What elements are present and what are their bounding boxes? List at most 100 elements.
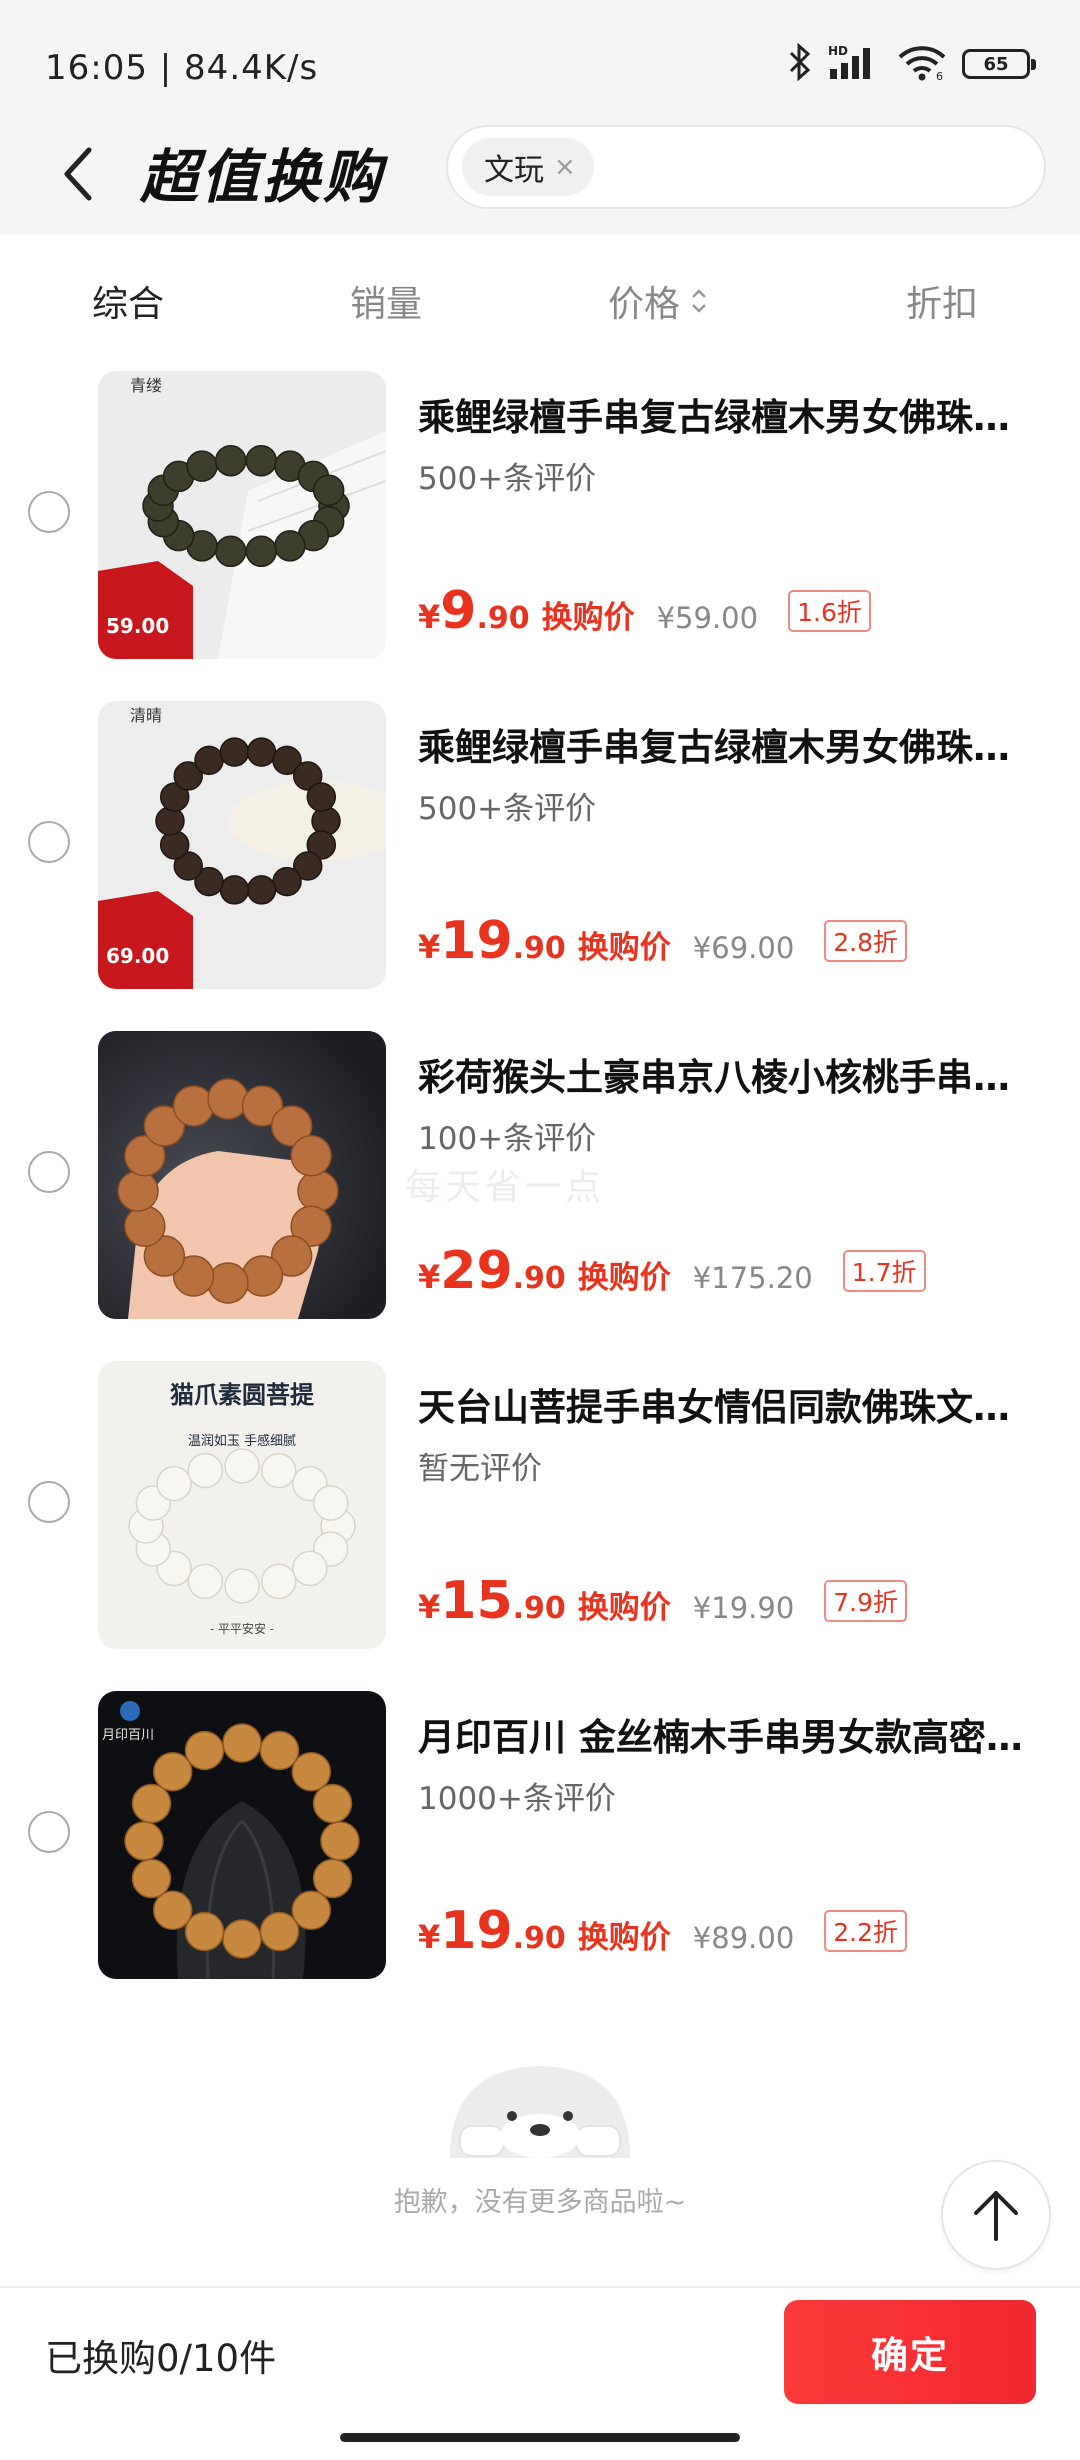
svg-text:HD: HD xyxy=(828,44,848,58)
product-reviews: 100+条评价 xyxy=(418,1121,597,1157)
product-image[interactable]: 猫爪素圆菩提 温润如玉 手感细腻 - 平平安安 - xyxy=(98,1361,386,1649)
status-bar: 16:05 | 84.4K/s HD 6 65 xyxy=(0,0,1080,120)
product-item[interactable]: 青缕 59.00 乘鲤绿檀手串复古绿檀木男女佛珠手串 500+条评价 ¥ 9 .… xyxy=(0,365,1080,665)
arrow-up-icon xyxy=(974,2191,1018,2241)
tab-comprehensive-label: 综合 xyxy=(92,284,165,325)
bead-icon xyxy=(219,875,250,905)
discount-badge: 2.2折 xyxy=(824,1910,908,1952)
thumb-brand-text: 青缕 xyxy=(130,376,162,395)
confirm-button[interactable]: 确定 xyxy=(784,2300,1036,2404)
search-tag-label: 文玩 xyxy=(484,153,544,188)
bead-icon xyxy=(152,1890,193,1931)
thumb-price-badge: 69.00 xyxy=(106,944,169,968)
bead-icon xyxy=(292,1550,328,1587)
bead-icon xyxy=(241,1255,284,1297)
tab-sales-label: 销量 xyxy=(350,284,423,325)
thumb-title-text: 猫爪素圆菩提 xyxy=(170,1380,315,1409)
discount-badge: 1.6折 xyxy=(788,590,871,632)
back-button[interactable] xyxy=(48,138,108,210)
bead-icon xyxy=(246,737,277,767)
price-integer: 29 xyxy=(440,1241,513,1301)
bead-icon xyxy=(290,1135,332,1177)
product-reviews: 1000+条评价 xyxy=(418,1781,616,1817)
currency-symbol: ¥ xyxy=(418,598,441,636)
original-price: ¥175.20 xyxy=(692,1261,813,1295)
bead-icon xyxy=(156,1465,192,1502)
scroll-to-top-button[interactable] xyxy=(941,2160,1051,2270)
bead-icon xyxy=(274,530,306,562)
bead-icon xyxy=(194,745,224,776)
battery-icon: 65 xyxy=(962,49,1036,79)
tab-discount-label: 折扣 xyxy=(906,284,979,325)
bead-icon xyxy=(291,1890,332,1931)
bead-icon xyxy=(320,1821,360,1861)
bead-icon xyxy=(224,1568,260,1604)
bead-icon xyxy=(184,1911,225,1952)
product-reviews: 暂无评价 xyxy=(418,1451,542,1487)
tab-comprehensive[interactable]: 综合 xyxy=(92,275,164,327)
product-title: 天台山菩提手串女情侣同款佛珠文玩手串 xyxy=(418,1386,1038,1429)
product-item[interactable]: 月印百川 月印百川 金丝楠木手串男女款高密度手串 1000+条评价 ¥ 19 .… xyxy=(0,1685,1080,1985)
original-price: ¥89.00 xyxy=(692,1921,795,1955)
thumb-sub-text: 温润如玉 手感细腻 xyxy=(188,1433,296,1449)
bead-icon xyxy=(124,1205,166,1247)
product-item[interactable]: 猫爪素圆菩提 温润如玉 手感细腻 - 平平安安 - 天台山菩提手串女情侣同款佛珠… xyxy=(0,1355,1080,1655)
select-radio[interactable] xyxy=(28,821,70,863)
product-title: 乘鲤绿檀手串复古绿檀木男女佛珠手串 xyxy=(418,396,1038,439)
bead-icon xyxy=(312,474,345,507)
bead-icon xyxy=(207,1262,249,1304)
price-decimal: .90 xyxy=(476,601,530,636)
bead-icon xyxy=(245,444,278,477)
product-image[interactable]: 清晴 69.00 xyxy=(98,701,386,989)
page-title: 超值换购 xyxy=(140,143,385,211)
bluetooth-icon xyxy=(788,42,812,85)
price-decimal: .90 xyxy=(512,931,566,966)
bead-icon xyxy=(131,1858,172,1899)
product-title: 月印百川 金丝楠木手串男女款高密度手串 xyxy=(418,1716,1038,1759)
tab-price-label: 价格 xyxy=(608,284,681,325)
bead-icon xyxy=(246,875,277,905)
bead-icon xyxy=(152,1751,193,1792)
currency-symbol: ¥ xyxy=(418,928,441,966)
price-integer: 9 xyxy=(440,581,477,641)
price-label: 换购价 xyxy=(577,1590,671,1626)
tab-price[interactable]: 价格 xyxy=(608,275,708,327)
bead-icon xyxy=(272,866,302,897)
bead-icon xyxy=(214,444,247,477)
bead-icon xyxy=(222,1919,262,1959)
product-image[interactable]: 月印百川 xyxy=(98,1691,386,1979)
bead-icon xyxy=(260,1563,297,1600)
select-radio[interactable] xyxy=(28,1481,70,1523)
discount-badge: 2.8折 xyxy=(824,920,908,962)
wifi-icon: 6 xyxy=(896,43,948,85)
sort-arrows-icon xyxy=(692,289,706,313)
search-input[interactable]: 文玩 × xyxy=(446,125,1046,209)
product-reviews: 500+条评价 xyxy=(418,791,597,827)
bead-icon xyxy=(312,1485,349,1521)
price-label: 换购价 xyxy=(577,1920,671,1956)
bead-icon xyxy=(259,1911,300,1952)
select-radio[interactable] xyxy=(28,1151,70,1193)
bead-icon xyxy=(219,737,250,767)
product-image[interactable] xyxy=(98,1031,386,1319)
tab-discount[interactable]: 折扣 xyxy=(906,275,978,327)
svg-text:6: 6 xyxy=(936,70,943,81)
home-indicator[interactable] xyxy=(340,2433,740,2442)
price-row: ¥ 9 .90 换购价 ¥59.00 1.6折 xyxy=(418,585,871,645)
bead-icon xyxy=(297,1170,339,1212)
close-icon[interactable]: × xyxy=(554,152,576,182)
status-icons: HD 6 65 xyxy=(788,42,1036,85)
price-integer: 19 xyxy=(440,1901,513,1961)
search-tag[interactable]: 文玩 × xyxy=(462,138,594,196)
product-item[interactable]: 清晴 69.00 乘鲤绿檀手串复古绿檀木男女佛珠手串 500+条评价 ¥ 19 … xyxy=(0,695,1080,995)
end-of-list-text: 抱歉，没有更多商品啦~ xyxy=(393,2187,687,2218)
bead-icon xyxy=(214,535,247,568)
select-radio[interactable] xyxy=(28,1811,70,1853)
tab-sales[interactable]: 销量 xyxy=(350,275,422,327)
thumb-brand-text: 月印百川 xyxy=(102,1728,154,1743)
bead-icon xyxy=(306,782,337,812)
thumb-price-badge: 59.00 xyxy=(106,614,169,638)
original-price: ¥69.00 xyxy=(692,931,795,965)
product-image[interactable]: 青缕 59.00 xyxy=(98,371,386,659)
select-radio[interactable] xyxy=(28,491,70,533)
